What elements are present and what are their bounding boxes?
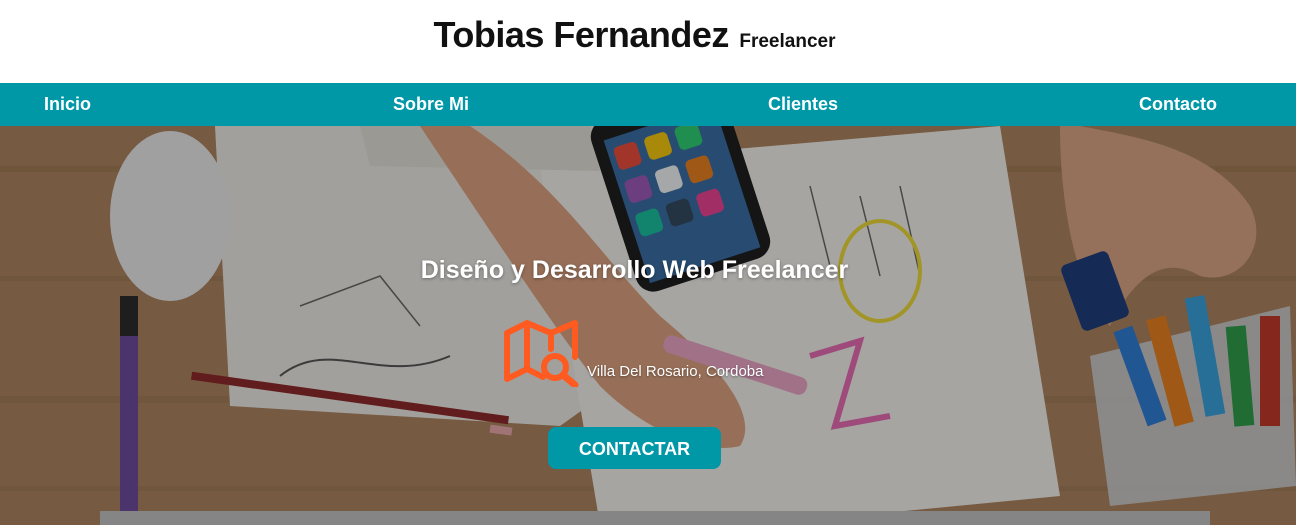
- nav-link-sobre-mi[interactable]: Sobre Mi: [393, 83, 469, 126]
- hero: Diseño y Desarrollo Web Freelancer Villa…: [0, 126, 1296, 525]
- brand-role: Freelancer: [739, 31, 836, 52]
- location-text: Villa Del Rosario, Cordoba: [587, 363, 764, 380]
- site-header: Tobias Fernandez Freelancer: [0, 0, 1296, 83]
- brand: Tobias Fernandez Freelancer: [0, 14, 1269, 56]
- nav-link-contacto[interactable]: Contacto: [1139, 83, 1217, 126]
- nav-link-inicio[interactable]: Inicio: [44, 83, 91, 126]
- page: Tobias Fernandez Freelancer Inicio Sobre…: [0, 0, 1296, 525]
- contactar-button[interactable]: CONTACTAR: [548, 427, 721, 469]
- hero-title: Diseño y Desarrollo Web Freelancer: [420, 256, 849, 284]
- main-nav: Inicio Sobre Mi Clientes Contacto: [0, 83, 1296, 126]
- nav-link-clientes[interactable]: Clientes: [768, 83, 838, 126]
- map-search-icon: [504, 320, 579, 387]
- brand-name: Tobias Fernandez: [433, 14, 730, 55]
